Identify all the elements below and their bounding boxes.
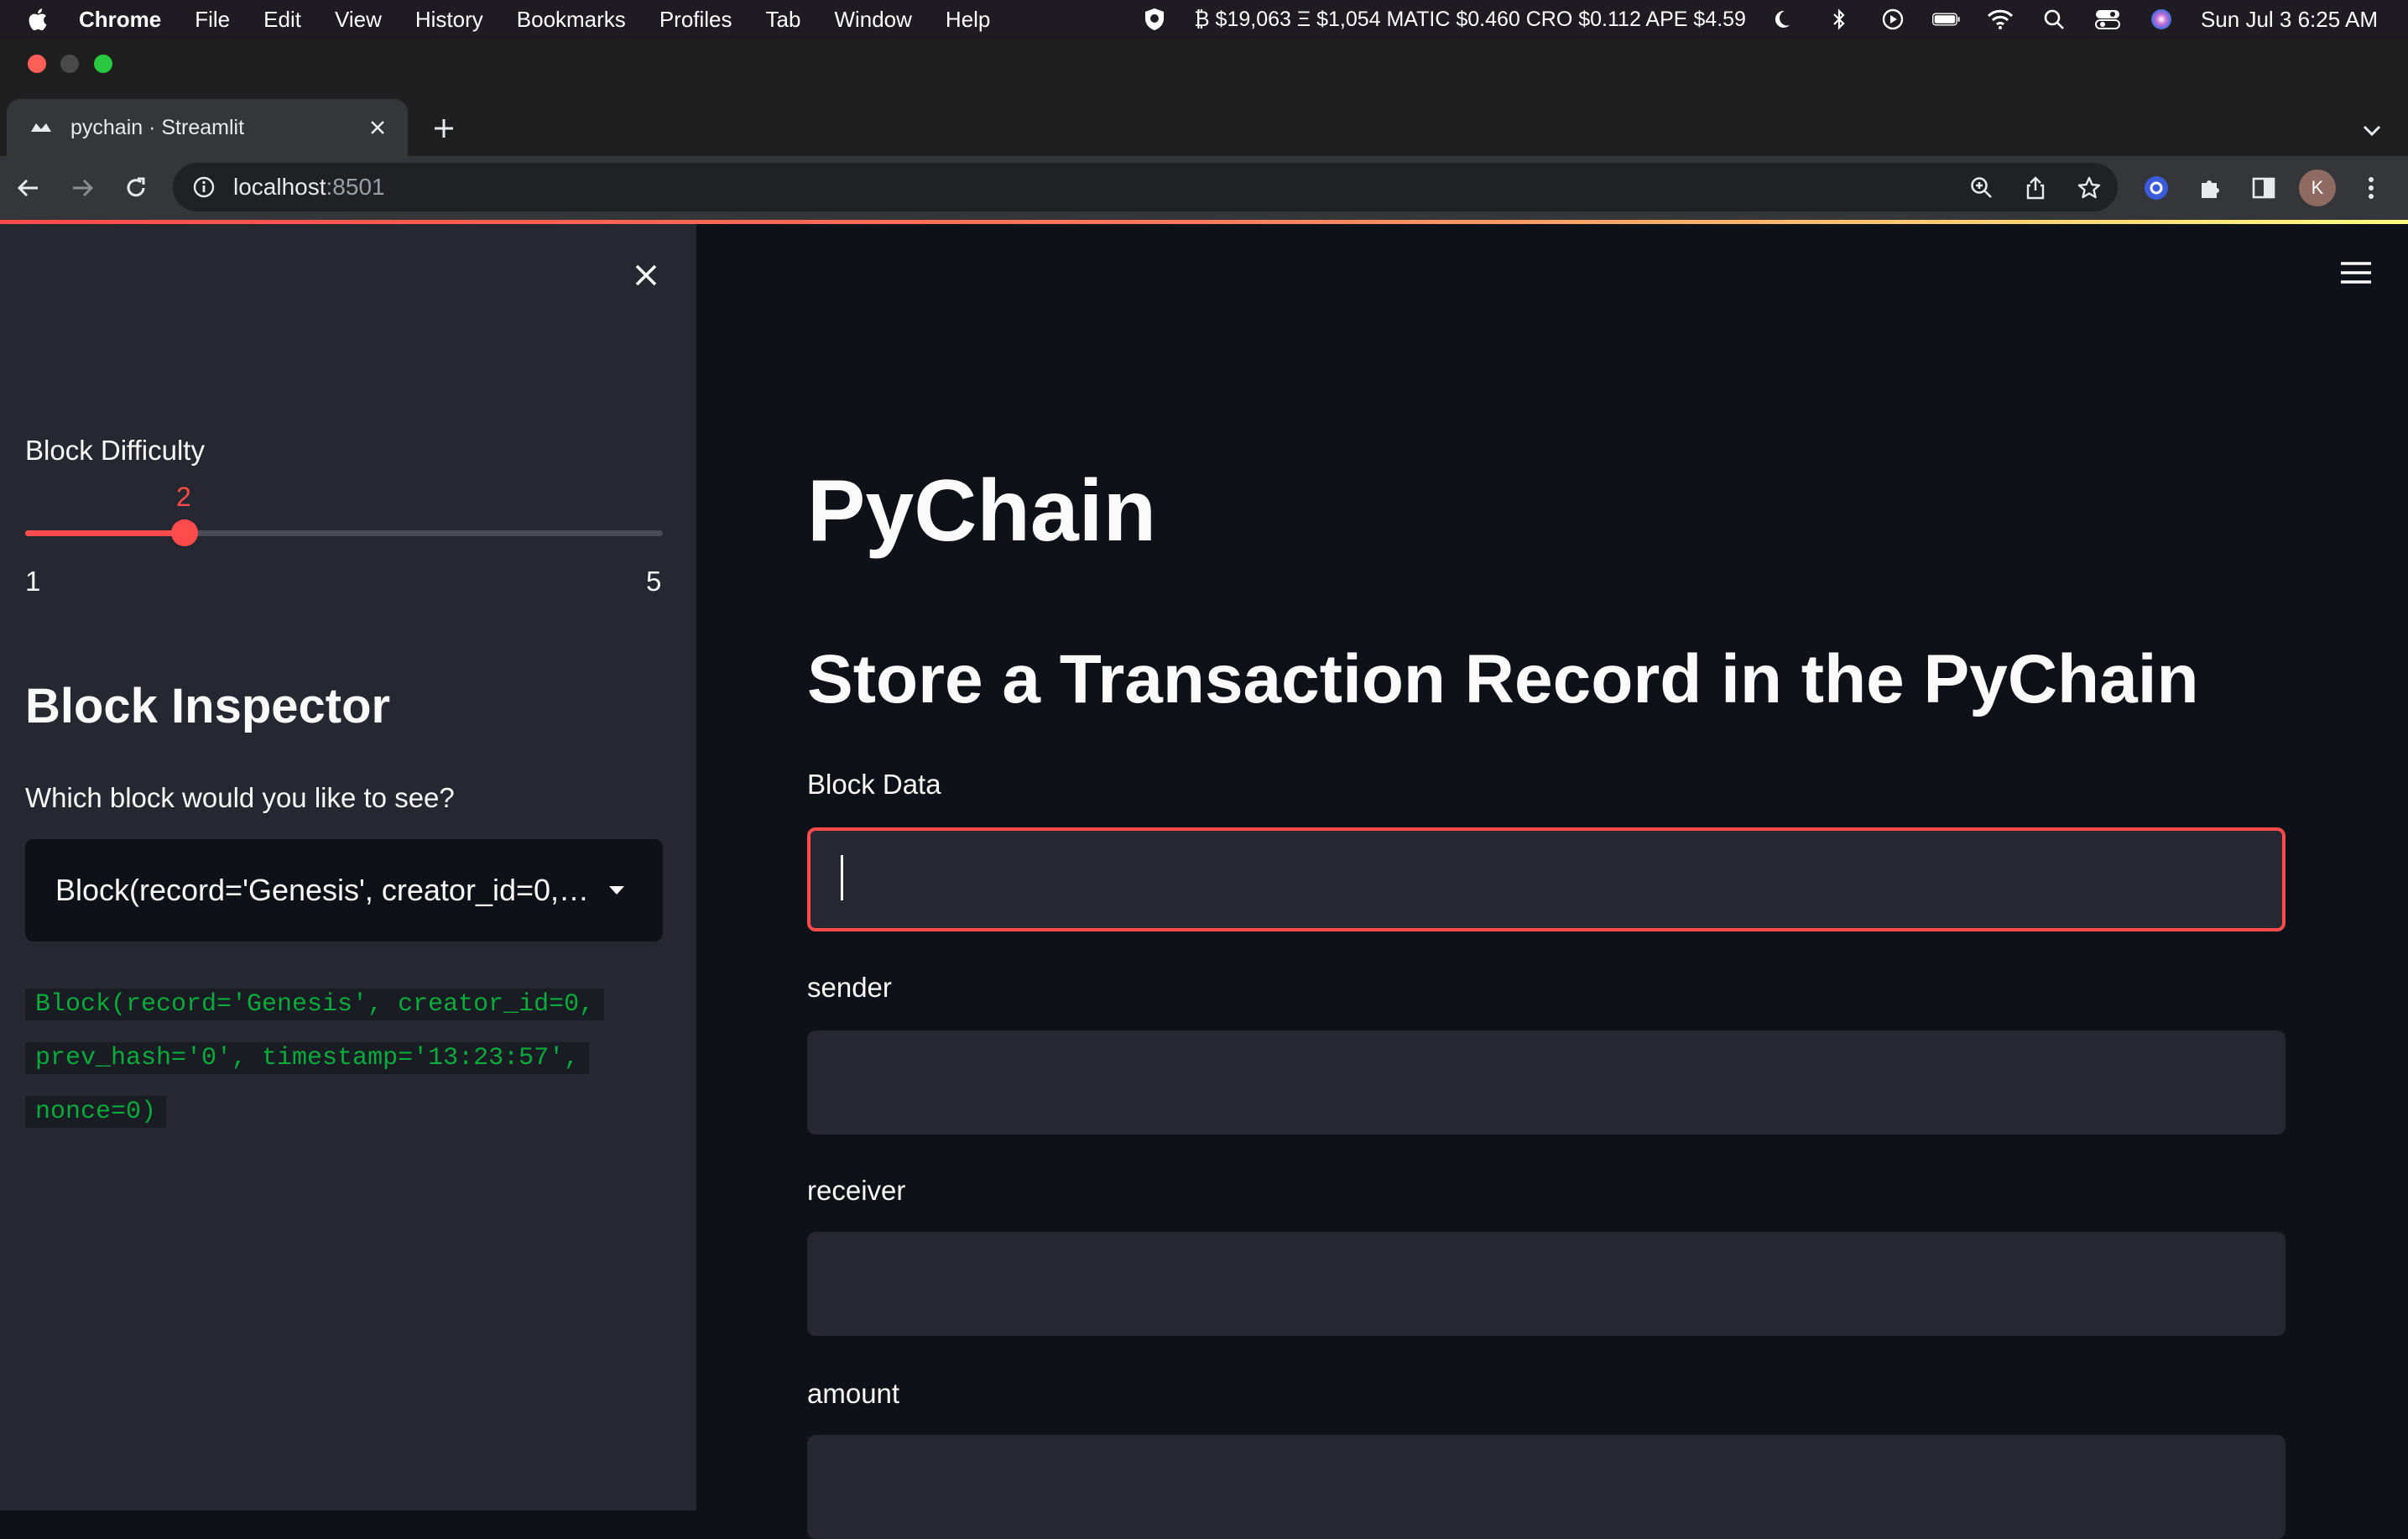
- macos-menubar: Chrome File Edit View History Bookmarks …: [0, 0, 2408, 39]
- dropdown-caret-icon: [609, 886, 624, 895]
- sender-input[interactable]: [807, 1030, 2286, 1135]
- address-bar[interactable]: localhost:8501: [173, 163, 2118, 211]
- menu-app-name[interactable]: Chrome: [79, 7, 161, 33]
- tab-title: pychain · Streamlit: [70, 115, 245, 139]
- menu-view[interactable]: View: [335, 7, 382, 33]
- menu-edit[interactable]: Edit: [263, 7, 301, 33]
- apple-icon[interactable]: [25, 7, 49, 32]
- play-circle-icon[interactable]: [1879, 7, 1907, 32]
- menu-profiles[interactable]: Profiles: [659, 7, 732, 33]
- text-cursor: [841, 855, 843, 900]
- url-text[interactable]: localhost:8501: [233, 174, 385, 201]
- difficulty-slider-value: 2: [176, 482, 191, 512]
- bookmark-star-icon[interactable]: [2072, 171, 2106, 205]
- crypto-ticker[interactable]: ₿ $19,063 Ξ $1,054 MATIC $0.460 CRO $0.1…: [1194, 8, 1746, 32]
- tab-search-chevron-icon[interactable]: [2359, 117, 2385, 143]
- control-center-icon[interactable]: [2093, 7, 2122, 32]
- main-menu-hamburger-icon[interactable]: [2339, 258, 2373, 287]
- share-icon[interactable]: [2019, 171, 2052, 205]
- back-arrow-icon[interactable]: [12, 171, 45, 205]
- difficulty-slider-thumb[interactable]: [171, 519, 198, 546]
- amount-label: amount: [807, 1378, 900, 1409]
- battery-icon[interactable]: [1931, 7, 1961, 32]
- block-data-label: Block Data: [807, 769, 941, 800]
- tab-close-icon[interactable]: [367, 117, 388, 138]
- wifi-icon[interactable]: [1986, 7, 2014, 32]
- difficulty-slider-max: 5: [646, 566, 662, 597]
- difficulty-slider-fill: [25, 530, 185, 536]
- browser-tab[interactable]: pychain · Streamlit: [7, 99, 408, 156]
- zoom-icon[interactable]: [1965, 171, 1999, 205]
- siri-icon[interactable]: [2147, 7, 2176, 32]
- side-panel-icon[interactable]: [2247, 171, 2280, 205]
- window-minimize-button[interactable]: [60, 55, 79, 73]
- difficulty-slider-min: 1: [25, 566, 41, 597]
- menubar-clock[interactable]: Sun Jul 3 6:25 AM: [2201, 7, 2378, 33]
- menu-help[interactable]: Help: [946, 7, 990, 33]
- menu-window[interactable]: Window: [834, 7, 911, 33]
- bluetooth-icon[interactable]: [1825, 7, 1853, 32]
- difficulty-slider-label: Block Difficulty: [25, 435, 205, 466]
- menu-file[interactable]: File: [195, 7, 230, 33]
- spotlight-search-icon[interactable]: [2040, 7, 2068, 32]
- menu-bookmarks[interactable]: Bookmarks: [517, 7, 626, 33]
- receiver-input[interactable]: [807, 1232, 2286, 1336]
- streamlit-favicon-icon: [31, 123, 51, 132]
- site-info-icon[interactable]: [191, 175, 216, 200]
- browser-titlebar: [0, 39, 2408, 87]
- sidebar-close-icon[interactable]: [628, 257, 665, 294]
- profile-avatar[interactable]: K: [2299, 170, 2336, 206]
- page-title: PyChain: [807, 462, 1157, 560]
- shield-icon[interactable]: [1140, 7, 1169, 32]
- extensions-puzzle-icon[interactable]: [2193, 171, 2227, 205]
- url-port: :8501: [326, 174, 385, 200]
- block-code-line: nonce=0): [25, 1096, 167, 1128]
- amount-input[interactable]: [807, 1435, 2286, 1539]
- forward-arrow-icon[interactable]: [65, 171, 99, 205]
- reload-icon[interactable]: [119, 171, 153, 205]
- sender-label: sender: [807, 972, 892, 1003]
- block-inspector-heading: Block Inspector: [25, 679, 391, 733]
- block-selectbox[interactable]: Block(record='Genesis', creator_id=0, pr…: [25, 839, 663, 942]
- block-code-line: prev_hash='0', timestamp='13:23:57',: [25, 1042, 590, 1074]
- menu-history[interactable]: History: [415, 7, 483, 33]
- extension-circle-icon[interactable]: [2140, 171, 2173, 205]
- moon-icon[interactable]: [1771, 7, 1800, 32]
- new-tab-plus-icon[interactable]: [430, 114, 458, 143]
- page-subtitle: Store a Transaction Record in the PyChai…: [807, 641, 2199, 717]
- window-close-button[interactable]: [28, 55, 46, 73]
- block-select-label: Which block would you like to see?: [25, 782, 455, 813]
- block-select-value: Block(record='Genesis', creator_id=0, pr…: [55, 873, 592, 907]
- block-code-line: Block(record='Genesis', creator_id=0,: [25, 989, 605, 1020]
- block-data-input[interactable]: [807, 827, 2286, 931]
- url-host: localhost: [233, 174, 326, 200]
- chrome-menu-kebab-icon[interactable]: [2354, 171, 2388, 205]
- menu-tab[interactable]: Tab: [766, 7, 801, 33]
- window-zoom-button[interactable]: [94, 55, 112, 73]
- receiver-label: receiver: [807, 1175, 906, 1206]
